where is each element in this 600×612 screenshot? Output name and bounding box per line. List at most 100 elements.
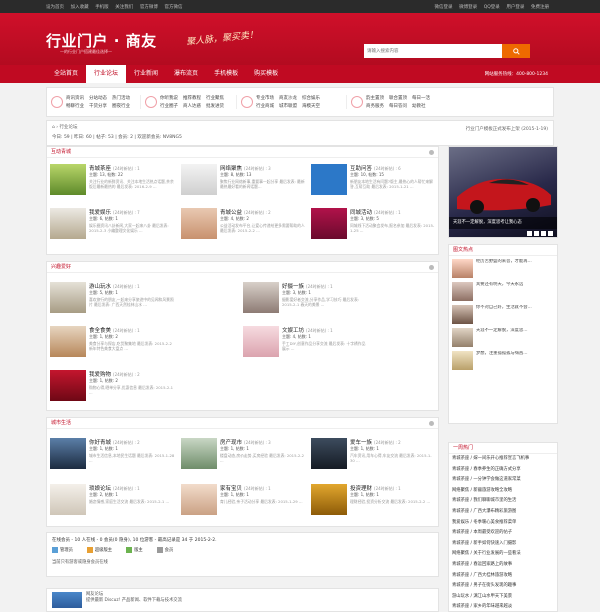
nav-buy[interactable]: 购买模板	[246, 65, 286, 83]
section-title[interactable]: 兴趣爱好	[47, 262, 438, 273]
forum-card[interactable]: 房产现市 (24时新帖) : 3 主题: 1, 帖数: 1 楼盘动态,房价走势,买房经…	[181, 438, 306, 470]
section-title[interactable]: 互动青城	[47, 147, 438, 158]
forum-thumbnail	[311, 208, 347, 239]
forum-card[interactable]: 我爱娱乐 (24时新帖) : 7 主题: 6, 帖数: 1 娱乐圈资讯八卦新闻,大家一…	[50, 208, 175, 240]
hot-item[interactable]: 青城茶座 / 本周最受欢迎的帖子	[449, 528, 557, 539]
subnav-link[interactable]: 分站动态	[89, 95, 107, 101]
follow-link[interactable]: 关注我们	[115, 5, 133, 10]
subnav-link[interactable]: 联合置顶	[389, 95, 407, 101]
news-text[interactable]: 宾要还有明天，今天永远	[476, 282, 523, 301]
slide-dot[interactable]	[548, 231, 553, 236]
subnav-link[interactable]: 幼教社	[412, 103, 430, 109]
forum-card[interactable]: 家有宝贝 (24时新帖) : 1 主题: 1, 帖数: 1 育儿经验,亲子活动分享 最…	[181, 484, 306, 516]
search-input[interactable]	[364, 44, 502, 58]
news-text[interactable]: 经历苦野盛的来菩，才能再…	[476, 259, 532, 278]
subnav-link[interactable]: 综合娱乐	[302, 95, 320, 101]
subnav-link[interactable]: 每日一活	[412, 95, 430, 101]
subnav-link[interactable]: 推荐教程	[183, 95, 201, 101]
hot-item[interactable]: 青城茶座 / 新手如何快速入门摄影	[449, 539, 557, 550]
wechat-login-link[interactable]: 微信登录	[435, 5, 453, 10]
subnav-link[interactable]: 行业商城	[256, 103, 274, 109]
news-item[interactable]: 经历苦野盛的来菩，才能再…	[449, 256, 557, 279]
subnav-link[interactable]: 商务服务	[366, 103, 384, 109]
forum-card[interactable]: 游山玩水 (24时新帖) : 1 主题: 5, 帖数: 1 喜欢旅行的朋友,一起来分享…	[50, 282, 175, 314]
hot-item[interactable]: 青城茶座 / 嫁一间乐开心推荐宣言飞机事	[449, 454, 557, 465]
subnav-link[interactable]: 圈夜行业	[112, 103, 130, 109]
footer-forum[interactable]: 网友论坛 提供最新 Discuz! 产品新闻、软件下载与技术交流	[46, 588, 439, 612]
forum-card[interactable]: 青城茶座 (24时新帖) : 1 主题: 13, 帖数: 22 关注行业的新鲜资讯、关…	[50, 164, 175, 196]
hot-item[interactable]: 青城茶座 / 我们聊聊城市里的生活	[449, 496, 557, 507]
subnav-link[interactable]: 你听我说	[160, 95, 178, 101]
forum-card[interactable]: 同城活动 (24时新帖) : 1 主题: 3, 帖数: 5 同城线下活动聚会发布,报名…	[311, 208, 436, 240]
bookmark-link[interactable]: 加入收藏	[71, 5, 89, 10]
nav-mobile[interactable]: 手机模板	[206, 65, 246, 83]
subnav-link[interactable]: 城市联盟	[279, 103, 297, 109]
hot-item[interactable]: 青城茶座 / 广西大瀑布精彩旅游图	[449, 507, 557, 518]
subnav-link[interactable]: 行业圈子	[160, 103, 178, 109]
news-item[interactable]: 天涯不一定解脱，深度思…	[449, 325, 557, 348]
news-text[interactable]: 梦想，注重孤孤孤与嗨茜…	[476, 351, 528, 370]
hot-item[interactable]: 青城茶座 / 一分钟学会做这道家常菜	[449, 475, 557, 486]
top-links-left: 设为首页 加入收藏 手机版 关注我们 官方微博 官方微信	[46, 4, 187, 10]
hot-item[interactable]: 青城茶座 / 春季养生的正确方式分享	[449, 465, 557, 476]
subnav-link[interactable]: 热门活动	[112, 95, 130, 101]
forum-card[interactable]: 食全食美 (24时新帖) : 1 主题: 1, 帖数: 2 美食分享与探店,吃货聚集地…	[50, 326, 175, 358]
slide-dot[interactable]	[541, 231, 546, 236]
subnav-link[interactable]: 批发进货	[206, 103, 224, 109]
news-text[interactable]: 你不对自己好，生活就不会…	[476, 305, 532, 324]
forum-card[interactable]: 文娱工坊 (24时新帖) : 1 主题: 4, 帖数: 1 手工DIY,创意作品分享交…	[243, 326, 368, 358]
forum-card[interactable]: 琐娘论坛 (24时新帖) : 1 主题: 2, 帖数: 1 婚恋情感,家庭生活交流 最…	[50, 484, 175, 516]
weibo-login-link[interactable]: 微博登录	[459, 5, 477, 10]
news-text[interactable]: 天涯不一定解脱，深度思…	[476, 328, 528, 347]
nav-forum[interactable]: 行业论坛	[86, 65, 127, 83]
forum-card[interactable]: 好摄一族 (24时新帖) : 1 主题: 3, 帖数: 1 摄影爱好者交流,分享作品,…	[243, 282, 368, 314]
banner-slideshow[interactable]: 天涯不一定解脱，深度思考让我心态	[448, 146, 558, 238]
breadcrumb-bar: ⌂ › 行业论坛 今日: 59 | 昨日: 60 | 帖子: 53 | 会员: …	[46, 120, 554, 146]
nav-waterfall[interactable]: 瀑布流页	[166, 65, 206, 83]
subnav-link[interactable]: 畅聊行业	[66, 103, 84, 109]
weixin-link[interactable]: 官方微信	[164, 5, 182, 10]
mobile-link[interactable]: 手机版	[95, 5, 109, 10]
hot-item[interactable]: 青城茶座 / 广西大桂林旅游攻略	[449, 571, 557, 582]
search-button[interactable]	[502, 44, 530, 58]
subnav-link[interactable]: 商友沙龙	[279, 95, 297, 101]
site-logo[interactable]: 行业门户 · 商友	[46, 30, 157, 51]
slide-dot[interactable]	[527, 231, 532, 236]
hot-item[interactable]: 我爱娱乐 / 冬季暖心美食推荐菜单	[449, 518, 557, 529]
register-link[interactable]: 免费注册	[531, 5, 549, 10]
section-title[interactable]: 城市生活	[47, 418, 438, 429]
forum-card[interactable]: 投资理财 (24时新帖) : 1 主题: 1, 帖数: 1 理财经验,投资分析交流 最…	[311, 484, 436, 516]
subnav-link[interactable]: 商人达惑	[183, 103, 201, 109]
nav-home[interactable]: 全站首页	[46, 65, 86, 83]
forum-thumbnail	[243, 282, 279, 313]
hot-item[interactable]: 青城茶座 / 春运回家路上的故事	[449, 560, 557, 571]
forum-card[interactable]: 青城公益 (24时新帖) : 2 主题: 4, 帖数: 2 公益活动发布平台,让爱心传…	[181, 208, 306, 240]
subnav-link[interactable]: 专业市场	[256, 95, 274, 101]
news-item[interactable]: 宾要还有明天，今天永远	[449, 279, 557, 302]
nav-news[interactable]: 行业新闻	[126, 65, 166, 83]
hot-item[interactable]: 网络聚焦 / 关于行业发展的一些看法	[449, 549, 557, 560]
weibo-link[interactable]: 官方微博	[140, 5, 158, 10]
hot-item[interactable]: 青城茶座 / 家乡的年味越来越淡	[449, 602, 557, 611]
forum-card[interactable]: 爱车一族 (24时新帖) : 2 主题: 1, 帖数: 1 汽车资讯,用车心得,车友交…	[311, 438, 436, 470]
qq-login-link[interactable]: QQ登录	[484, 5, 500, 10]
subnav-link[interactable]: 韵主置顶	[366, 95, 384, 101]
subnav-link[interactable]: 行业聚焦	[206, 95, 224, 101]
subnav-link[interactable]: 海模天空	[302, 103, 320, 109]
hot-item[interactable]: 游山玩水 / 漓江山水甲天下美景	[449, 592, 557, 603]
user-login-link[interactable]: 用户登录	[506, 5, 524, 10]
hot-item[interactable]: 青城茶座 / 男子在街头发现的趣事	[449, 581, 557, 592]
news-item[interactable]: 你不对自己好，生活就不会…	[449, 302, 557, 325]
subnav-link[interactable]: 商讯资讯	[66, 95, 84, 101]
forum-card[interactable]: 我爱购物 (24时新帖) : 2 主题: 1, 帖数: 2 购物心得,晒单分享,优惠信…	[50, 370, 175, 402]
subnav-link[interactable]: 干货分享	[89, 103, 107, 109]
set-home-link[interactable]: 设为首页	[46, 5, 64, 10]
hot-item[interactable]: 网络聚焦 / 新疆旅游攻略全攻略	[449, 486, 557, 497]
announcement-link[interactable]: 行业门户模板正式发布上架 (2015-1-19)	[466, 126, 548, 132]
forum-card[interactable]: 网络聚焦 (24时新帖) : 3 主题: 8, 帖数: 13 聚焦行业网络新事,重要事…	[181, 164, 306, 196]
forum-card[interactable]: 你好青城 (24时新帖) : 2 主题: 1, 帖数: 1 城市生活信息,本地民生话题…	[50, 438, 175, 470]
forum-card[interactable]: 互助问答 (24时新帖) : 6 主题: 10, 帖数: 15 新朋友本地生活有问题?…	[311, 164, 436, 196]
slide-dot[interactable]	[534, 231, 539, 236]
news-item[interactable]: 梦想，注重孤孤孤与嗨茜…	[449, 348, 557, 371]
subnav-link[interactable]: 每日答问	[389, 103, 407, 109]
